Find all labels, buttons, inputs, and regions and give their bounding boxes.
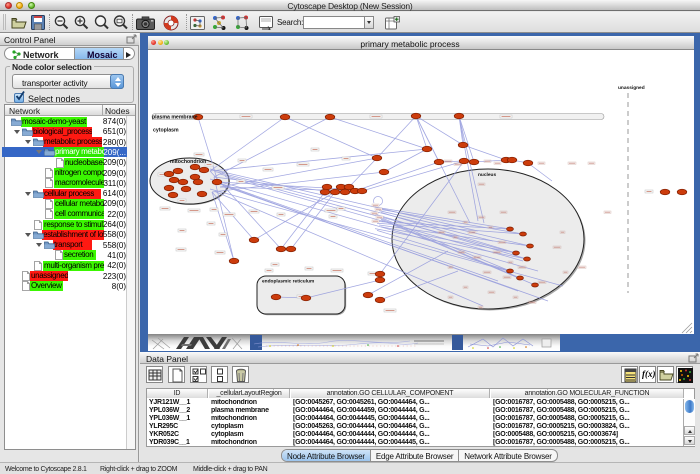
svg-text:nucleus: nucleus bbox=[478, 172, 496, 178]
svg-text:cytoplasm: cytoplasm bbox=[153, 127, 179, 133]
svg-text:endoplasmic reticulum: endoplasmic reticulum bbox=[262, 278, 314, 284]
svg-text:plasma membrane: plasma membrane bbox=[152, 114, 198, 120]
svg-text:unassigned: unassigned bbox=[618, 85, 645, 91]
svg-text:mitochondrion: mitochondrion bbox=[170, 159, 206, 165]
